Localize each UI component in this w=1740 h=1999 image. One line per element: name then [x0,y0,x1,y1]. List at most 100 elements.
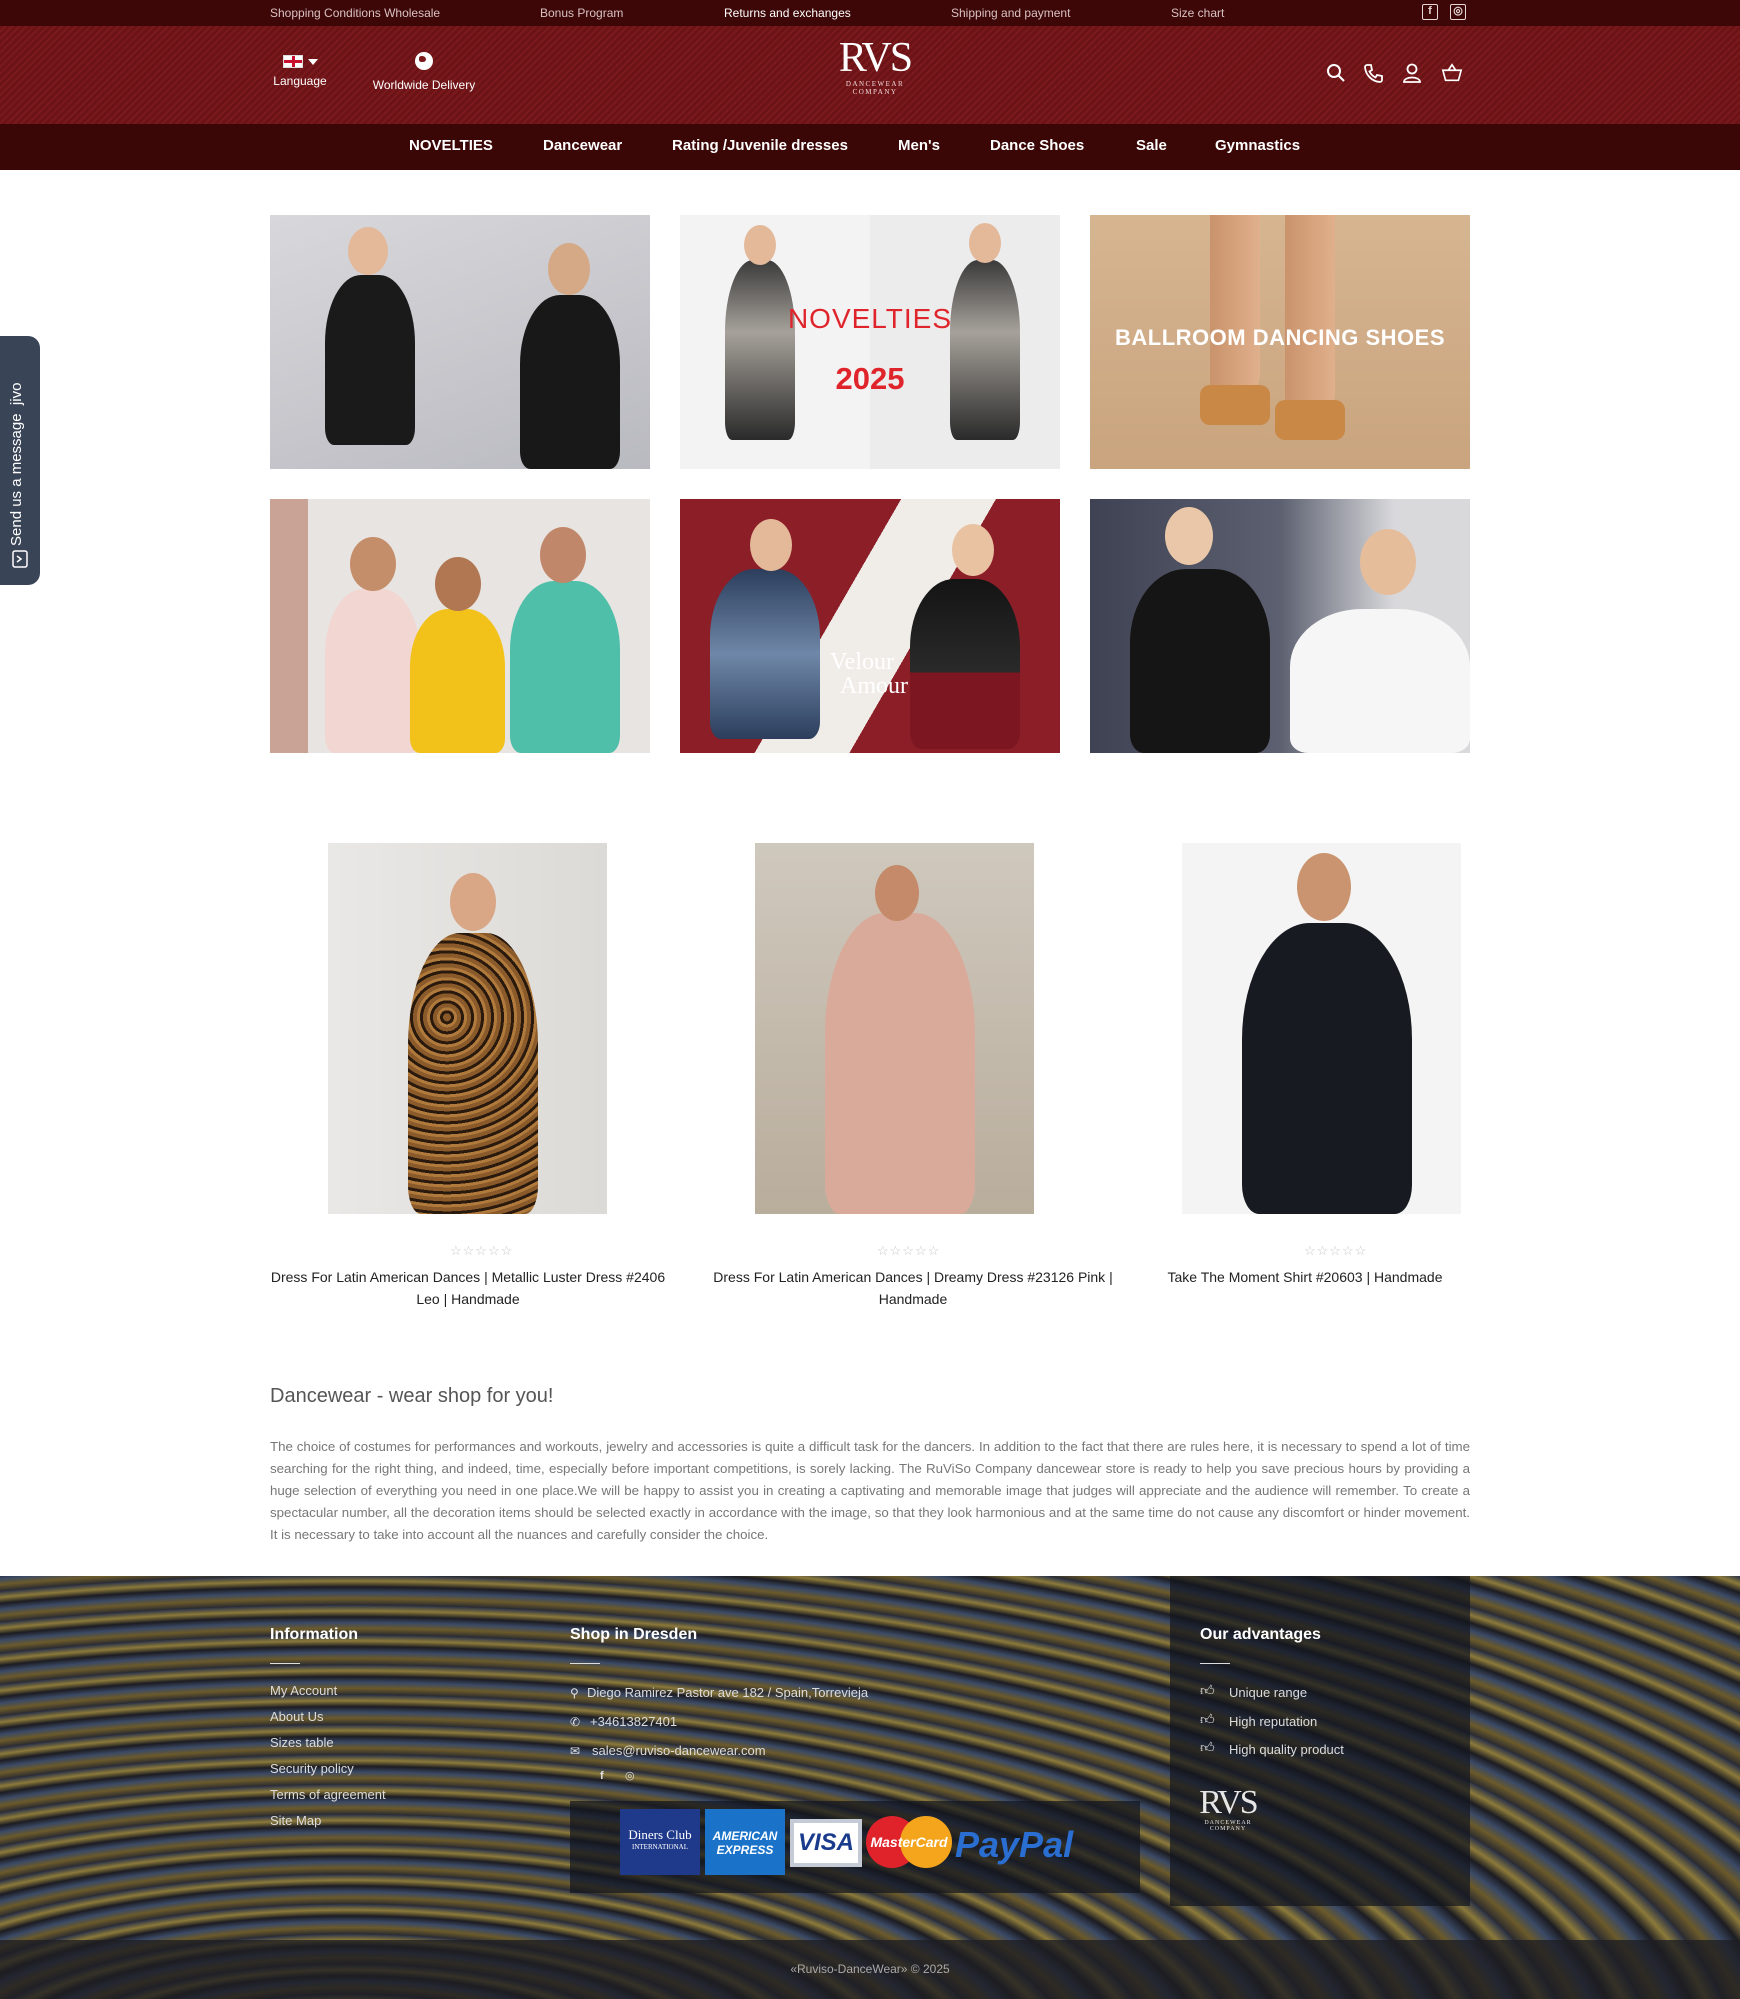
girl-pink [325,589,420,753]
article-body: The choice of costumes for performances … [270,1439,1470,1542]
copyright-text: «Ruviso-DanceWear» © 2025 [790,1962,950,1976]
logo-subtitle-2: COMPANY [852,88,898,96]
nav-item-mens[interactable]: Men's [898,137,940,154]
envelope-icon: ✉ [570,1744,581,1758]
instagram-icon[interactable]: ◎ [1450,4,1466,20]
model-head-back [548,243,590,295]
search-icon[interactable] [1325,62,1347,84]
product-title-2[interactable]: Dress For Latin American Dances | Dreamy… [713,1266,1113,1310]
product-title-3[interactable]: Take The Moment Shirt #20603 | Handmade [1140,1266,1470,1288]
model-blue-head [750,519,792,571]
footer-link-site-map[interactable]: Site Map [270,1813,321,1828]
visa-logo: VISA [790,1819,862,1867]
thumbs-up-icon: 👍︎ [1200,1739,1215,1755]
site-header: Language Worldwide Delivery RVS DANCEWEA… [0,26,1740,124]
worldwide-delivery[interactable]: Worldwide Delivery [370,52,478,92]
facebook-icon[interactable]: f [1422,4,1438,20]
product-image-2[interactable] [755,843,1034,1214]
amour-word: Amour [840,673,908,699]
model-figure-back [520,295,620,469]
mastercard-logo: MasterCard [866,1816,952,1868]
footer-link-sizes-table[interactable]: Sizes table [270,1735,334,1750]
footer-phone[interactable]: +34613827401 [590,1714,677,1729]
divider [270,1663,300,1664]
nav-item-dance-shoes[interactable]: Dance Shoes [990,137,1084,154]
topbar-link-bonus[interactable]: Bonus Program [540,6,623,20]
nav-item-sale[interactable]: Sale [1136,137,1167,154]
rating-stars-2: ☆☆☆☆☆ [877,1243,941,1258]
model-blue-velour [710,569,820,739]
nav-item-gymnastics[interactable]: Gymnastics [1215,137,1300,154]
nav-item-rating-juvenile[interactable]: Rating /Juvenile dresses [672,137,848,154]
shoe-right [1275,400,1345,440]
user-icon[interactable] [1401,62,1423,84]
footer-email[interactable]: sales@ruviso-dancewear.com [592,1743,766,1758]
footer-link-my-account[interactable]: My Account [270,1683,337,1698]
boy-vest [1130,569,1270,753]
footer-info-title: Information [270,1626,358,1643]
topbar-link-shipping[interactable]: Shipping and payment [951,6,1070,20]
model-head [1297,853,1351,921]
instagram-icon[interactable]: ◎ [625,1770,637,1782]
footer-link-security-policy[interactable]: Security policy [270,1761,354,1776]
footer-link-terms[interactable]: Terms of agreement [270,1787,386,1802]
product-image-1[interactable] [328,843,607,1214]
category-tile-dancewear[interactable] [270,215,650,469]
mastercard-text: MasterCard [870,1834,948,1850]
amex-logo: AMERICAN EXPRESS [705,1809,785,1875]
jivo-message-text: Send us a message [8,413,25,546]
jivo-chat-widget[interactable]: Send us a message jivo [0,336,40,585]
shoe-left [1200,385,1270,425]
girl-yellow-head [435,557,481,611]
model-head-right [969,223,1001,263]
model-head-left [744,225,776,265]
product-image-3[interactable] [1182,843,1461,1214]
topbar-link-wholesale[interactable]: Shopping Conditions Wholesale [270,6,440,20]
advantage-unique-range: Unique range [1229,1685,1308,1700]
main-nav: NOVELTIES Dancewear Rating /Juvenile dre… [0,124,1740,170]
boy-head-left [1165,507,1213,565]
footer-logo-sub-2: COMPANY [1209,1826,1247,1832]
footer-link-about-us[interactable]: About Us [270,1709,323,1724]
category-tile-juvenile[interactable] [270,499,650,753]
category-tile-mens[interactable] [1090,499,1470,753]
language-label: Language [273,74,327,89]
velour-word: Velour [830,649,894,675]
amex-text-2: EXPRESS [716,1843,774,1857]
model-head [875,865,919,921]
article-title: Dancewear - wear shop for you! [270,1385,554,1407]
leopard-dress [408,933,538,1214]
category-tile-ballroom-shoes[interactable]: BALLROOM DANCING SHOES [1090,215,1470,469]
nav-item-dancewear[interactable]: Dancewear [543,137,622,154]
map-marker-icon: ⚲ [570,1686,579,1700]
topbar-link-size-chart[interactable]: Size chart [1171,6,1224,20]
category-tile-velour-amour[interactable]: Velour Amour [680,499,1060,753]
footer-shop-title: Shop in Dresden [570,1626,698,1643]
cart-icon[interactable] [1441,62,1463,84]
footer-logo-monogram: RVS [1199,1784,1258,1821]
girl-pink-head [350,537,396,591]
chevron-down-icon [307,58,318,65]
footer-address: Diego Ramirez Pastor ave 182 / Spain,Tor… [587,1685,869,1700]
facebook-icon[interactable]: f [600,1770,612,1782]
model-red-velour [910,579,1020,749]
footer-logo[interactable]: RVS DANCEWEAR COMPANY [1198,1784,1258,1833]
girl-teal [510,581,620,753]
topbar-link-returns[interactable]: Returns and exchanges [724,6,851,20]
phone-icon[interactable] [1362,62,1384,84]
category-tile-novelties[interactable]: NOVELTIES 2025 [680,215,1060,469]
product-title-1[interactable]: Dress For Latin American Dances | Metall… [268,1266,668,1310]
nav-item-novelties[interactable]: NOVELTIES [409,137,493,154]
site-footer: Information My Account About Us Sizes ta… [0,1576,1740,1999]
boy-head-right [1360,529,1416,595]
site-logo[interactable]: RVS DANCEWEAR COMPANY [820,36,930,96]
novelties-word: NOVELTIES [787,303,953,334]
phone-icon: ✆ [570,1715,581,1729]
delivery-label: Worldwide Delivery [372,78,476,92]
ballroom-shoes-text: BALLROOM DANCING SHOES [1115,325,1445,350]
uk-flag-icon [282,55,303,69]
language-selector[interactable]: Language [272,54,328,88]
advantage-high-quality: High quality product [1229,1742,1344,1757]
diners-club-logo: Diners Club INTERNATIONAL [620,1809,700,1875]
rating-stars-1: ☆☆☆☆☆ [450,1243,514,1258]
